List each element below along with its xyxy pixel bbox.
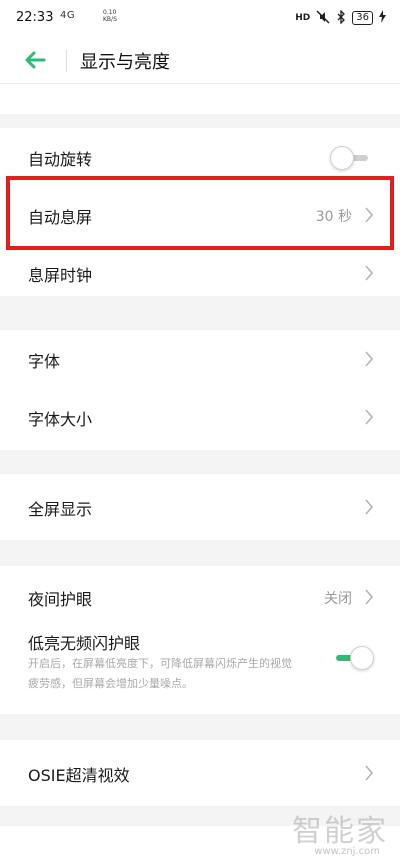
font-size-row[interactable]: 字体大小 — [0, 388, 400, 446]
back-arrow-icon — [25, 51, 46, 69]
low-flicker-row[interactable]: 低亮无频闪护眼 开启后，在屏幕低亮度下，可降低屏幕闪烁产生的视觉疲劳感，但屏幕会… — [0, 624, 400, 714]
chevron-right-icon — [365, 499, 374, 515]
full-screen-row[interactable]: 全屏显示 — [0, 474, 400, 540]
network-speed: 0.10 KB/S — [103, 9, 117, 23]
osie-label: OSIE超清视效 — [28, 766, 130, 785]
aod-clock-label: 息屏时钟 — [28, 266, 93, 285]
bluetooth-icon — [336, 8, 346, 27]
page-header: 显示与亮度 — [0, 36, 400, 84]
status-icons: HD 36 — [295, 8, 386, 27]
chevron-right-icon — [365, 207, 374, 223]
low-flicker-description: 开启后，在屏幕低亮度下，可降低屏幕闪烁产生的视觉疲劳感，但屏幕会增加少量噪点。 — [28, 657, 292, 690]
font-card: 字体 字体大小 — [0, 330, 400, 450]
chevron-right-icon — [365, 351, 374, 367]
osie-card: OSIE超清视效 — [0, 740, 400, 806]
mute-icon — [316, 9, 330, 27]
low-flicker-toggle[interactable] — [328, 646, 374, 670]
low-flicker-label: 低亮无频闪护眼 — [28, 634, 141, 653]
full-screen-label: 全屏显示 — [28, 500, 93, 519]
toggle-thumb — [350, 646, 374, 670]
hd-badge: HD — [295, 13, 311, 23]
bottom-card — [0, 826, 400, 867]
auto-screen-off-value: 30 秒 — [315, 209, 352, 225]
chevron-right-icon — [365, 265, 374, 281]
auto-screen-off-row[interactable]: 自动息屏 30 秒 — [0, 186, 400, 244]
charging-icon — [379, 10, 386, 26]
chevron-right-icon — [365, 765, 374, 781]
chevron-right-icon — [365, 409, 374, 425]
night-mode-label: 夜间护眼 — [28, 590, 93, 609]
night-mode-row[interactable]: 夜间护眼 关闭 — [0, 566, 400, 624]
toggle-thumb — [330, 146, 354, 170]
full-screen-card: 全屏显示 — [0, 474, 400, 540]
osie-row[interactable]: OSIE超清视效 — [0, 740, 400, 806]
auto-rotate-toggle[interactable] — [328, 146, 374, 170]
network-speed-unit: KB/S — [103, 16, 117, 23]
battery-level: 36 — [352, 11, 373, 25]
aod-clock-row[interactable]: 息屏时钟 — [0, 244, 400, 302]
top-card — [0, 84, 400, 114]
status-bar: 22:33 4G 0.10 KB/S HD 36 — [0, 0, 400, 36]
screen-card: 自动旋转 自动息屏 30 秒 息屏时钟 — [0, 128, 400, 296]
back-button[interactable] — [22, 46, 56, 74]
night-mode-value: 关闭 — [324, 591, 352, 607]
chevron-right-icon — [365, 589, 374, 605]
auto-rotate-row[interactable]: 自动旋转 — [0, 128, 400, 186]
page-title: 显示与亮度 — [80, 52, 170, 73]
network-type: 4G — [60, 10, 76, 21]
font-row[interactable]: 字体 — [0, 330, 400, 388]
eye-care-card: 夜间护眼 关闭 低亮无频闪护眼 开启后，在屏幕低亮度下，可降低屏幕闪烁产生的视觉… — [0, 566, 400, 714]
network-speed-value: 0.10 — [103, 9, 117, 16]
auto-screen-off-label: 自动息屏 — [28, 208, 93, 227]
font-label: 字体 — [28, 352, 61, 371]
auto-rotate-label: 自动旋转 — [28, 150, 93, 169]
header-divider — [66, 50, 67, 72]
status-time: 22:33 — [16, 10, 54, 25]
font-size-label: 字体大小 — [28, 410, 93, 429]
